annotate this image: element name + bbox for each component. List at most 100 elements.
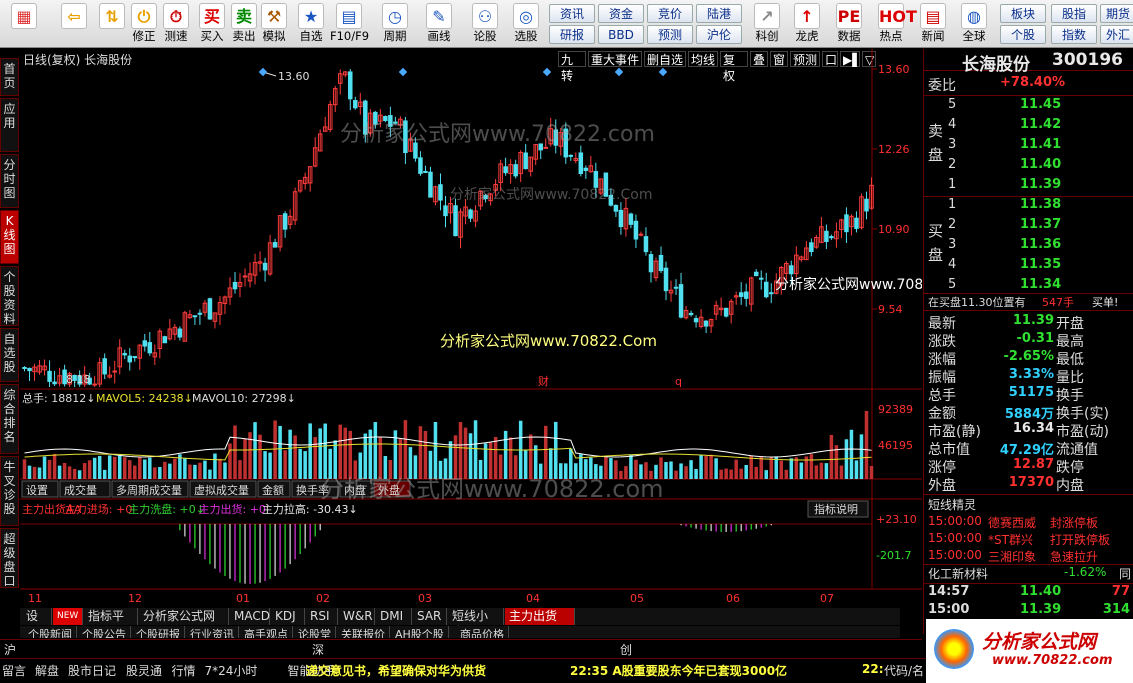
info-tab[interactable]: 行业资讯 [186, 626, 239, 638]
info-tab[interactable]: 高手观点 [240, 626, 293, 638]
clock-button[interactable]: ⏱ 测速 [157, 2, 195, 46]
index-label[interactable]: 沪 [4, 641, 16, 658]
left-tab[interactable]: 超级盘口 [0, 528, 19, 588]
indicator-tab[interactable]: MACD [230, 608, 270, 625]
ask-row[interactable]: 5 11.45 [924, 97, 1133, 115]
market-button[interactable]: 外汇 [1100, 25, 1133, 44]
left-tab[interactable]: 牛叉诊股 [0, 456, 19, 526]
draw-line-button[interactable]: ✎ 画线 [420, 2, 458, 46]
market-button[interactable]: 股指 [1051, 4, 1097, 23]
info-tab[interactable]: 论股堂 [294, 626, 336, 638]
indicator-tab[interactable]: 主力出货AA [505, 608, 575, 639]
bid-row[interactable]: 3 11.36 [924, 237, 1133, 255]
volume-tab[interactable]: 多周期成交量 [111, 480, 189, 498]
sector-row[interactable]: 化工新材料 -1.62% 同 [924, 565, 1133, 583]
logo-grid-button[interactable]: ▦ [5, 2, 43, 46]
discuss-button[interactable]: ⚇ 论股 [466, 2, 504, 46]
index-label[interactable]: 深 [312, 641, 324, 658]
left-tab[interactable]: 分时图 [0, 154, 19, 208]
hot-button[interactable]: HOT 热点 [872, 2, 917, 46]
left-tab[interactable]: 首页 [0, 58, 19, 96]
quick-button[interactable]: 预测 [647, 25, 693, 44]
quick-button[interactable]: 资讯 [549, 4, 595, 23]
status-item[interactable]: 股市日记 [68, 662, 116, 679]
chart-canvas[interactable]: 13.60 12.26 10.90 9.54 13.60 8.18 财 q 总手: 18812↓… [20, 49, 922, 634]
indicator-tab[interactable]: NEW [53, 608, 83, 625]
news-ticker-1[interactable]: 递交意见书，希望确保对华为供货 [306, 662, 486, 679]
quick-button[interactable]: 研报 [549, 25, 595, 44]
volume-tab[interactable]: 设置 [21, 480, 59, 498]
volume-tab[interactable]: 成交量 [59, 480, 111, 498]
volume-tab[interactable]: 金额 [257, 480, 291, 498]
index-label[interactable]: 创 [620, 641, 632, 658]
period-button[interactable]: ◷ 周期 [376, 2, 414, 46]
market-button[interactable]: 指数 [1051, 25, 1097, 44]
news-button[interactable]: ▤ 新闻 [914, 2, 952, 46]
ask-row[interactable]: 3 11.41 [924, 137, 1133, 155]
ask-row[interactable]: 2 11.40 [924, 157, 1133, 175]
volume-bar [228, 443, 232, 479]
left-tab[interactable]: 应用 [0, 98, 19, 152]
indicator-tab[interactable]: 短线小牛 [448, 608, 504, 639]
ask-level: 4 [948, 117, 957, 132]
indicator-tab[interactable]: 指标平台 [84, 608, 138, 639]
info-tab[interactable]: AH股个股 [391, 626, 449, 638]
status-item[interactable]: 行情 [172, 662, 196, 679]
bid-row[interactable]: 4 11.35 [924, 257, 1133, 275]
indicator-tab[interactable]: 设置 [22, 608, 52, 639]
status-item[interactable]: 留言 [2, 662, 26, 679]
toolbar-label: 模拟 [262, 29, 286, 43]
star-button[interactable]: ★ 自选 [292, 2, 330, 46]
market-button[interactable]: 个股 [1000, 25, 1046, 44]
indicator-tab[interactable]: 分析家公式网 [139, 608, 229, 625]
indicator-help-button[interactable]: 指标说明 [807, 500, 869, 518]
indicator-tab[interactable]: SAR [413, 608, 447, 625]
info-tab[interactable]: 关联报价 [337, 626, 390, 638]
info-tab[interactable]: 个股研报 [132, 626, 185, 638]
status-item[interactable]: 7*24小时 [205, 662, 258, 679]
data-pe-button[interactable]: PE 数据 [830, 2, 868, 46]
indicator-tab[interactable]: DMI [376, 608, 412, 625]
indicator-tab[interactable]: KDJ [271, 608, 305, 625]
f10-button[interactable]: ▤ F10/F9 [330, 2, 369, 46]
quick-button[interactable]: 陆港 [696, 4, 742, 23]
indicator-tab[interactable]: W&R [339, 608, 375, 625]
market-button[interactable]: 期货 [1100, 4, 1133, 23]
volume-tab[interactable]: 虚拟成交量 [189, 480, 257, 498]
indicator-tab[interactable]: RSI [306, 608, 338, 625]
code-search-input[interactable]: 代码/名 [884, 662, 924, 680]
status-item[interactable]: 解盘 [35, 662, 59, 679]
ask-row[interactable]: 1 11.39 [924, 177, 1133, 195]
left-tab[interactable]: 个股资料 [0, 266, 19, 326]
market-button[interactable]: 板块 [1000, 4, 1046, 23]
volume-bar [854, 460, 859, 479]
kline-chart-panel[interactable]: 日线(复权) 长海股份 九转 重大事件 删自选 均线 复权叠窗预测口 ▶▌ ▽ 13.60 1… [20, 49, 922, 634]
info-tab[interactable]: 个股公告 [78, 626, 131, 638]
left-tab[interactable]: K线图 [0, 210, 19, 264]
candle-body [453, 205, 458, 237]
select-stock-button[interactable]: ◎ 选股 [507, 2, 545, 46]
quick-button[interactable]: BBD [598, 25, 644, 44]
hammer-button[interactable]: ⚒ 模拟 [255, 2, 293, 46]
kechuang-button[interactable]: ↗ 科创 [748, 2, 786, 46]
back-arrow-button[interactable]: ⇦ [55, 2, 93, 46]
left-tab[interactable]: 自选股 [0, 328, 19, 382]
quick-button[interactable]: 资金 [598, 4, 644, 23]
longhu-button[interactable]: ↑ 龙虎 [788, 2, 826, 46]
globe-button[interactable]: ◍ 全球 [955, 2, 993, 46]
info-tab[interactable]: 个股新闻 [24, 626, 77, 638]
short-sprite-title[interactable]: 短线精灵 [928, 496, 976, 513]
status-item[interactable]: 股灵通 [126, 662, 162, 679]
quick-button[interactable]: 沪伦 [696, 25, 742, 44]
left-tab[interactable]: 综合排名 [0, 384, 19, 454]
quick-button[interactable]: 竞价 [647, 4, 693, 23]
ask-row[interactable]: 4 11.42 [924, 117, 1133, 135]
news-ticker-3[interactable]: 22: [862, 662, 884, 676]
short-sprite-row[interactable]: 15:00:00 *ST群兴 打开跌停板 [924, 531, 1133, 549]
bid-row[interactable]: 2 11.37 [924, 217, 1133, 235]
info-tab[interactable]: 商品价格 [456, 626, 509, 638]
news-ticker-2[interactable]: 22:35 A股重要股东今年已套现3000亿 [570, 662, 787, 679]
stat-label: 涨停 [928, 460, 956, 476]
bid-row[interactable]: 1 11.38 [924, 197, 1133, 215]
short-sprite-row[interactable]: 15:00:00 德赛西威 封涨停板 [924, 514, 1133, 532]
